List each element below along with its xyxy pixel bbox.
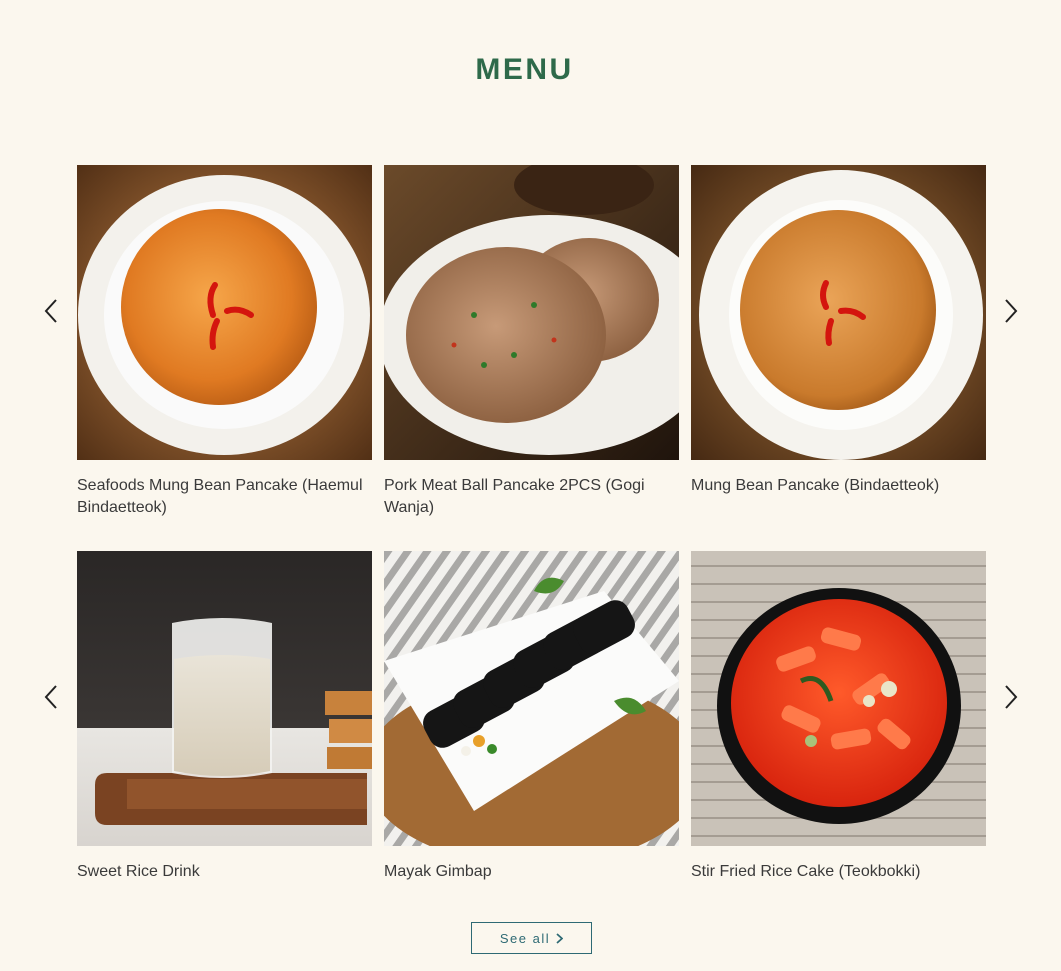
carousel-next-button[interactable]: [999, 683, 1023, 715]
teokbokki-photo: [691, 551, 986, 846]
menu-card[interactable]: Pork Meat Ball Pancake 2PCS (Gogi Wanja): [384, 165, 679, 519]
chevron-right-icon: [1004, 684, 1018, 715]
menu-item-title: Seafoods Mung Bean Pancake (Haemul Binda…: [77, 477, 363, 516]
menu-card[interactable]: Mayak Gimbap: [384, 551, 679, 883]
menu-card[interactable]: Sweet Rice Drink: [77, 551, 372, 883]
carousel-prev-button[interactable]: [39, 683, 63, 715]
page-title: MENU: [475, 53, 574, 86]
menu-item-title: Sweet Rice Drink: [77, 863, 200, 880]
chevron-right-icon: [1004, 298, 1018, 329]
chevron-left-icon: [44, 684, 58, 715]
menu-item-title: Mung Bean Pancake (Bindaetteok): [691, 477, 940, 494]
see-all-button[interactable]: See all: [471, 922, 592, 954]
menu-card[interactable]: Mung Bean Pancake (Bindaetteok): [691, 165, 986, 497]
meatball-pancake-photo: [384, 165, 679, 460]
sweet-rice-drink-photo: [77, 551, 372, 846]
mayak-gimbap-photo: [384, 551, 679, 846]
menu-card[interactable]: Stir Fried Rice Cake (Teokbokki): [691, 551, 986, 883]
menu-item-title: Mayak Gimbap: [384, 863, 492, 880]
carousel-next-button[interactable]: [999, 297, 1023, 329]
see-all-label: See all: [499, 930, 551, 946]
chevron-left-icon: [44, 298, 58, 329]
carousel-prev-button[interactable]: [39, 297, 63, 329]
chevron-right-icon: [556, 932, 564, 944]
menu-carousel-1: Seafoods Mung Bean Pancake (Haemul Binda…: [0, 165, 1061, 525]
menu-item-title: Stir Fried Rice Cake (Teokbokki): [691, 863, 921, 880]
mung-bean-pancake-photo: [691, 165, 986, 460]
menu-carousel-2: Sweet Rice Drink Mayak Gimbap Stir Fried…: [0, 551, 1061, 911]
menu-card[interactable]: Seafoods Mung Bean Pancake (Haemul Binda…: [77, 165, 372, 519]
seafood-pancake-photo: [77, 165, 372, 460]
menu-item-title: Pork Meat Ball Pancake 2PCS (Gogi Wanja): [384, 477, 645, 516]
